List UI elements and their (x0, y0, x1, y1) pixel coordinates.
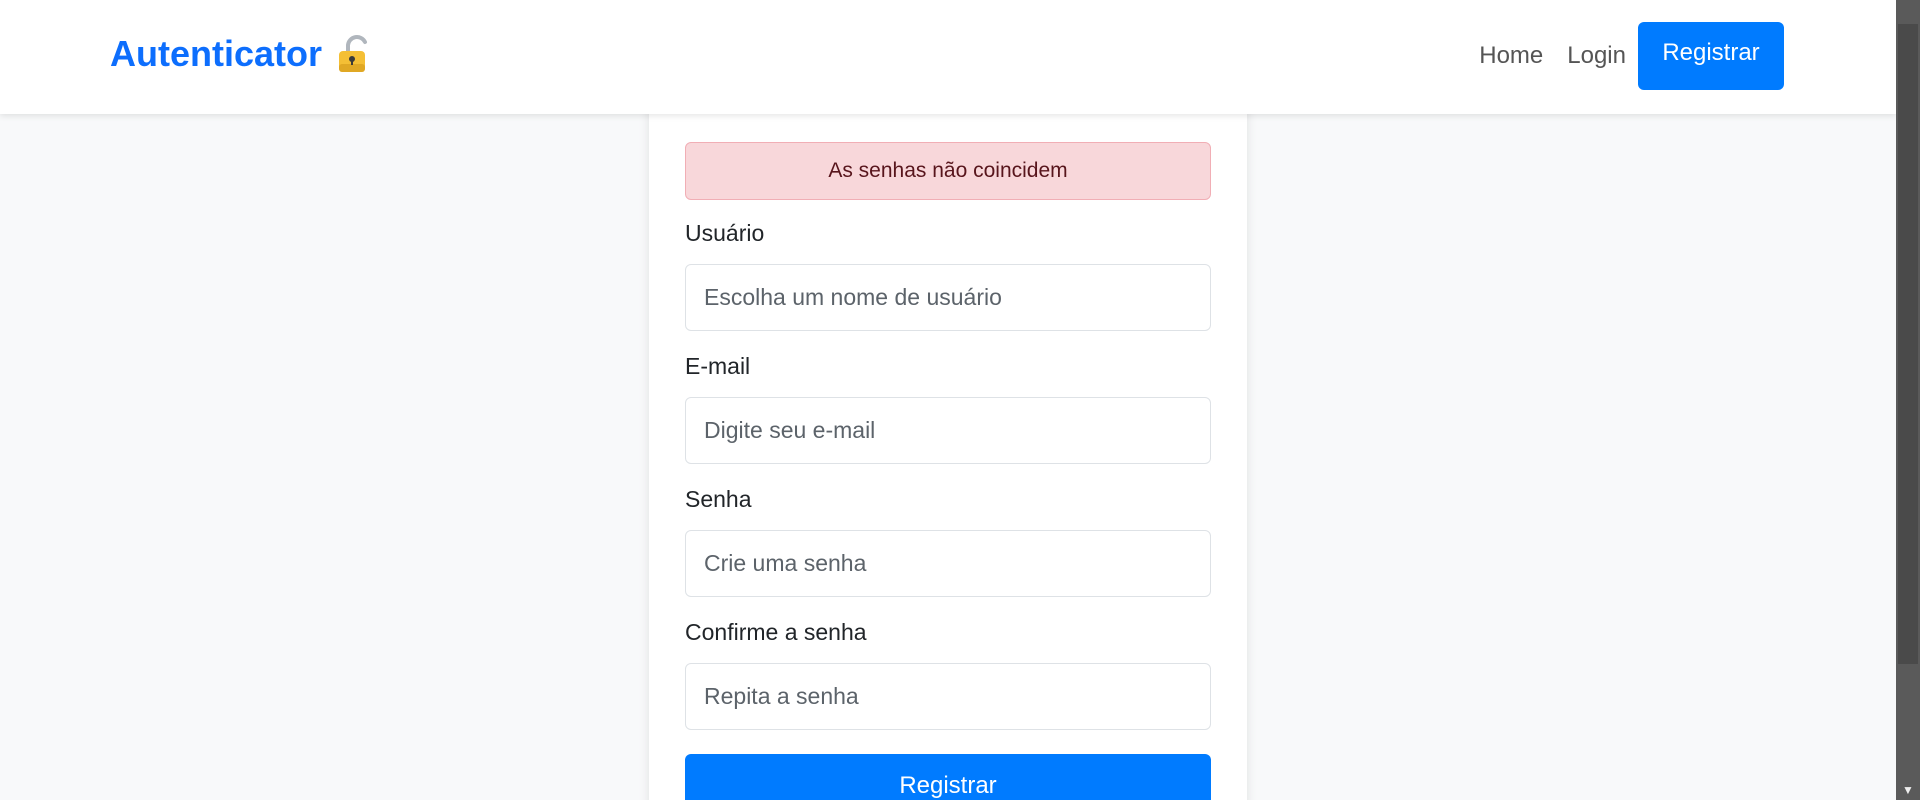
confirm-password-input[interactable] (685, 663, 1211, 730)
scroll-down-icon[interactable]: ▼ (1896, 780, 1920, 800)
vertical-scrollbar[interactable]: ▼ (1896, 0, 1920, 800)
email-label: E-mail (685, 353, 751, 379)
nav-home-link[interactable]: Home (1467, 22, 1555, 90)
scrollbar-thumb[interactable] (1898, 24, 1918, 664)
brand-link[interactable]: Autenticator (110, 33, 374, 75)
password-input[interactable] (685, 530, 1211, 597)
register-card: As senhas não coincidem Usuário E-mail S… (649, 60, 1247, 800)
register-form: As senhas não coincidem Usuário E-mail S… (685, 142, 1211, 800)
nav-register-button[interactable]: Registrar (1638, 22, 1784, 90)
password-label: Senha (685, 486, 752, 512)
confirm-password-label: Confirme a senha (685, 619, 867, 645)
error-alert: As senhas não coincidem (685, 142, 1211, 200)
username-input[interactable] (685, 264, 1211, 331)
brand-title: Autenticator (110, 33, 323, 74)
username-label: Usuário (685, 220, 765, 246)
nav-login-link[interactable]: Login (1555, 22, 1638, 90)
register-submit-button[interactable]: Registrar (685, 754, 1211, 800)
lock-icon (336, 34, 374, 74)
navbar: Autenticator Home Login Registrar (0, 0, 1896, 114)
email-input[interactable] (685, 397, 1211, 464)
nav-links: Home Login Registrar (1467, 22, 1784, 90)
viewport: Autenticator Home Login Registrar As sen… (0, 0, 1920, 800)
